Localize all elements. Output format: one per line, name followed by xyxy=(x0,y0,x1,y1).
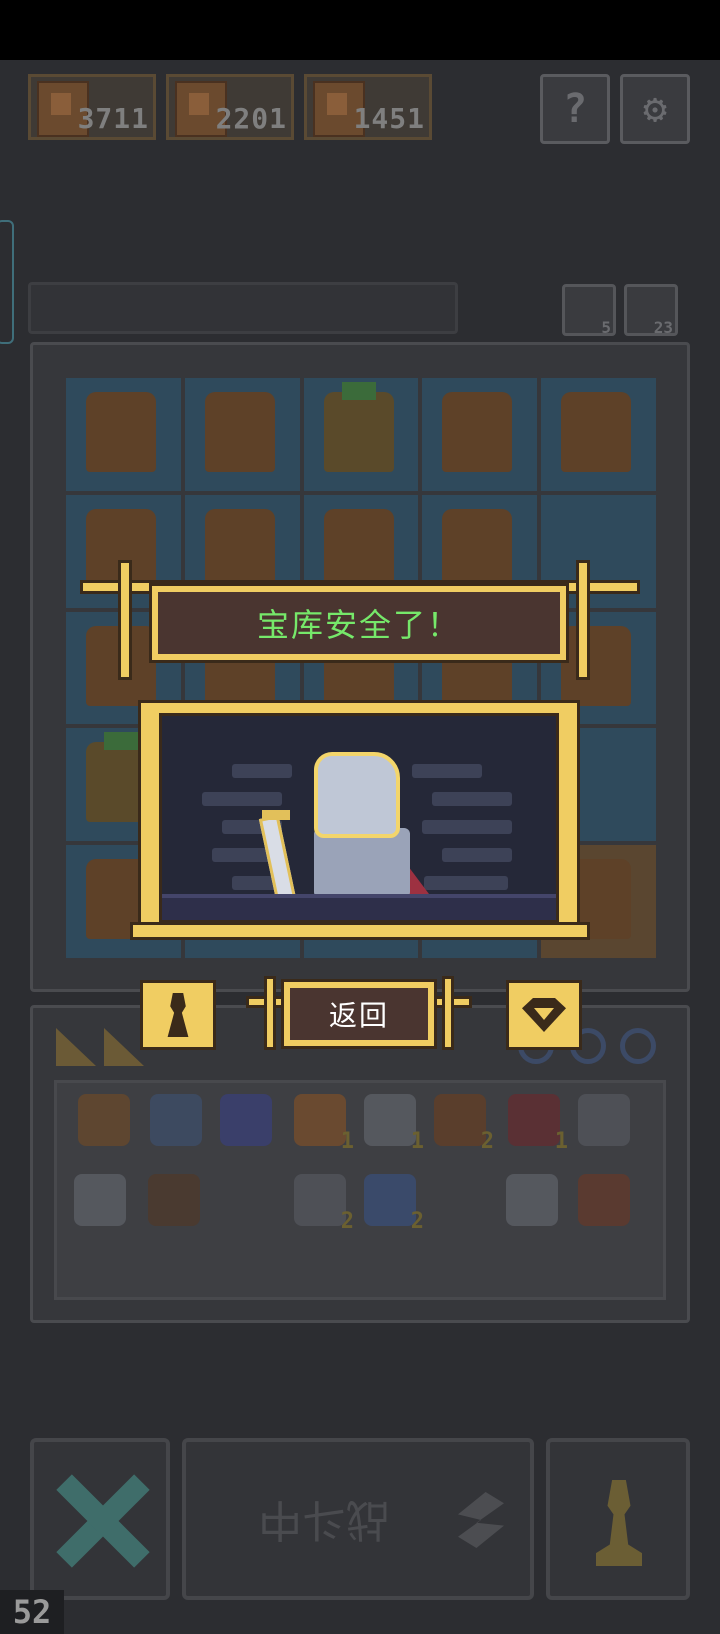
swap-arrow-icon xyxy=(458,1492,504,1548)
crystal-item-icon[interactable]: 2 xyxy=(364,1174,424,1234)
item-quantity: 2 xyxy=(410,1209,424,1234)
monster-icon xyxy=(204,508,275,589)
grid-cell[interactable] xyxy=(303,378,419,491)
axe-item-icon[interactable] xyxy=(74,1174,126,1226)
hero-chip-2[interactable]: 2201 xyxy=(166,74,294,140)
battle-label: 战斗中 xyxy=(258,1494,390,1545)
settings-button[interactable]: ⚙ xyxy=(620,74,690,144)
brick xyxy=(442,848,512,862)
sword-hilt xyxy=(262,810,290,820)
knight-body xyxy=(314,828,410,898)
monster-icon xyxy=(204,392,275,472)
gem-icon xyxy=(522,998,566,1032)
gear-icon: ⚙ xyxy=(642,86,668,132)
swap-count: 5 xyxy=(601,318,611,337)
key-count: 23 xyxy=(653,318,673,337)
item-quantity: 1 xyxy=(554,1129,568,1154)
book-item-icon[interactable] xyxy=(148,1174,200,1226)
keyhole-icon xyxy=(167,993,189,1037)
hammer-item-icon[interactable] xyxy=(578,1094,630,1146)
brick xyxy=(412,764,482,778)
brick xyxy=(232,764,292,778)
item-quantity: 2 xyxy=(340,1209,354,1234)
dialog-title: 宝库安全了！ xyxy=(256,606,461,644)
keyhole-button[interactable] xyxy=(140,980,216,1050)
floor xyxy=(162,894,556,920)
banner-post-left xyxy=(118,560,132,680)
shell-item-icon[interactable]: 2 xyxy=(434,1094,494,1154)
shield-item-icon[interactable] xyxy=(150,1094,202,1146)
grid-cell[interactable] xyxy=(541,378,656,491)
picture-frame-base xyxy=(130,922,590,940)
swap-button[interactable]: 5 xyxy=(562,284,616,337)
item-quantity: 2 xyxy=(480,1129,494,1154)
grid-cell[interactable] xyxy=(422,378,538,491)
banner-post-right xyxy=(576,560,590,680)
hero-count: 2201 xyxy=(215,102,287,135)
monster-icon xyxy=(561,392,632,472)
help-button[interactable]: ? xyxy=(540,74,610,144)
brick xyxy=(422,820,512,834)
brick xyxy=(432,792,512,806)
item-quantity: 1 xyxy=(340,1129,354,1154)
helmet-item-icon[interactable] xyxy=(220,1094,272,1146)
knight-illustration xyxy=(159,713,559,923)
brick xyxy=(202,792,282,806)
monster-icon xyxy=(442,392,513,472)
gem-button[interactable] xyxy=(506,980,582,1050)
hero-count: 3711 xyxy=(77,102,149,135)
item-quantity: 1 xyxy=(410,1129,424,1154)
monster-icon xyxy=(442,508,513,589)
grid-cell[interactable] xyxy=(184,378,300,491)
grid-cell[interactable] xyxy=(66,378,181,491)
ornament-post xyxy=(264,976,276,1050)
idol-item-icon[interactable]: 1 xyxy=(294,1094,354,1154)
ornament-post xyxy=(442,976,454,1050)
back-button[interactable]: 返回 xyxy=(281,979,437,1049)
anvil-item-icon[interactable]: 1 xyxy=(364,1094,424,1154)
bone-item-icon[interactable]: 2 xyxy=(294,1174,354,1234)
pawn-icon xyxy=(596,1480,642,1566)
plant-monster-icon xyxy=(323,382,394,472)
knight-helmet xyxy=(314,752,400,838)
hero-count: 1451 xyxy=(353,102,425,135)
brick xyxy=(424,876,508,890)
battle-button[interactable]: 战斗中 xyxy=(182,1438,534,1600)
monster-icon xyxy=(323,508,394,589)
unit-button[interactable] xyxy=(546,1438,690,1600)
fps-counter: 52 xyxy=(0,1590,64,1634)
monster-icon xyxy=(86,392,156,472)
chest-item-icon[interactable] xyxy=(578,1174,630,1226)
dagger-item-icon[interactable] xyxy=(506,1174,558,1226)
key-button[interactable]: 23 xyxy=(624,284,678,337)
hero-chip-1[interactable]: 3711 xyxy=(28,74,156,140)
side-tab-handle[interactable] xyxy=(0,220,14,344)
hero-chip-3[interactable]: 1451 xyxy=(304,74,432,140)
feather-item-icon[interactable]: 1 xyxy=(508,1094,568,1154)
question-icon: ? xyxy=(562,86,588,132)
ring-slot-icon[interactable] xyxy=(620,1028,656,1064)
monster-icon xyxy=(561,625,632,706)
inventory-items xyxy=(54,1080,666,1300)
vault-name-bar xyxy=(28,282,458,334)
back-label: 返回 xyxy=(328,999,389,1032)
cancel-button[interactable] xyxy=(30,1438,170,1600)
dialog-picture-frame xyxy=(138,700,580,940)
dialog-title-banner: 宝库安全了！ xyxy=(149,583,569,663)
system-status-bar xyxy=(0,0,720,60)
mask-item-icon[interactable] xyxy=(78,1094,130,1146)
